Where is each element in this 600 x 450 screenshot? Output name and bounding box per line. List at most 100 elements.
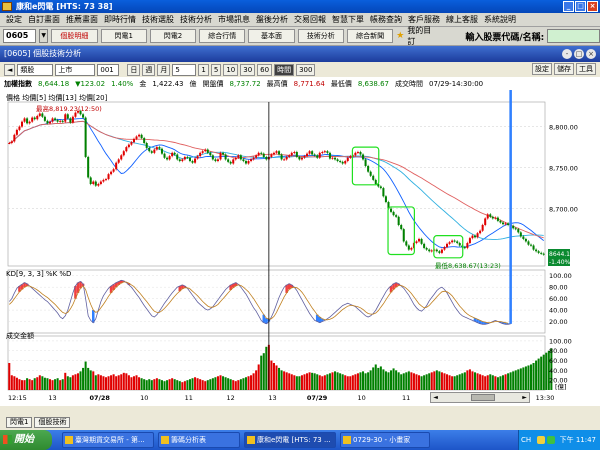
settings-button[interactable]: 設定 — [532, 63, 552, 75]
period-week-button[interactable]: 週 — [142, 63, 156, 76]
volume-bar — [392, 368, 395, 390]
period-month-button[interactable]: 月 — [157, 63, 171, 76]
code-search-input[interactable] — [547, 29, 600, 43]
candle — [239, 155, 242, 160]
news-button[interactable]: 綜合新聞 — [346, 29, 394, 43]
chart-area[interactable]: 8,800.00 8,750.00 8,700.00 100.00 80.00 60.00… — [0, 90, 600, 406]
volume-bar — [349, 376, 352, 390]
volume-bar — [214, 377, 217, 390]
task-paint[interactable]: 0729-30 - 小畫家 — [340, 432, 430, 448]
candle — [43, 116, 46, 121]
candle — [313, 154, 316, 156]
panel-close-icon[interactable]: × — [586, 49, 596, 59]
flash2-button[interactable]: 閃電2 — [149, 29, 197, 43]
menu-trade-report[interactable]: 交易回報 — [291, 14, 329, 25]
volume-bar — [519, 368, 522, 390]
volume-bar — [466, 370, 469, 390]
task-taifex[interactable]: 臺灣期貨交易所 - 第... — [62, 432, 154, 448]
volume-bar — [328, 373, 331, 390]
candle — [326, 151, 329, 153]
close-icon[interactable]: × — [587, 1, 598, 12]
maximize-icon[interactable]: □ — [575, 1, 586, 12]
candle — [400, 225, 403, 230]
technical-analysis-button[interactable]: 技術分析 — [297, 29, 344, 43]
index-name: 加權指數 — [4, 79, 32, 88]
chevron-down-icon[interactable]: ▼ — [39, 29, 49, 43]
lang-indicator[interactable]: CH — [521, 430, 531, 450]
stock-code-field[interactable]: 0605 — [3, 29, 37, 43]
candle — [420, 238, 423, 244]
chart-scrollbar[interactable]: ◄ ► — [430, 392, 530, 403]
volume-tick-label: 100.00 — [549, 337, 572, 345]
candle — [535, 249, 538, 252]
panel-min-icon[interactable]: - — [562, 49, 572, 59]
type-select[interactable]: 類股 — [17, 63, 54, 76]
menu-after-hours[interactable]: 盤後分析 — [253, 14, 291, 25]
menu-recommended[interactable]: 推薦畫面 — [63, 14, 101, 25]
volume-bar — [8, 363, 11, 390]
tools-button[interactable]: 工具 — [576, 63, 596, 75]
technical-chart[interactable]: 8,800.00 8,750.00 8,700.00 100.00 80.00 60.00… — [0, 90, 600, 406]
menu-account[interactable]: 帳務查詢 — [367, 14, 405, 25]
start-button[interactable]: 開始 — [0, 430, 52, 450]
scroll-thumb[interactable] — [471, 394, 495, 401]
menu-help[interactable]: 系統說明 — [481, 14, 519, 25]
candle — [262, 153, 265, 157]
candle — [496, 217, 499, 221]
period-day-button[interactable]: 日 — [127, 63, 141, 76]
candle — [407, 245, 410, 250]
prev-icon[interactable]: ◄ — [4, 63, 16, 76]
scroll-right-icon[interactable]: ► — [520, 393, 529, 402]
candle — [117, 159, 120, 163]
x-tick-label: 07/28 — [89, 394, 110, 402]
flash1-button[interactable]: 閃電1 — [100, 29, 147, 43]
tab-stock-tech[interactable]: 個股技術 — [34, 417, 71, 428]
security-icon[interactable] — [547, 436, 555, 444]
min30-button[interactable]: 30 — [240, 63, 256, 76]
min10-button[interactable]: 10 — [223, 63, 239, 76]
volume-bar — [308, 372, 311, 390]
menu-realtime[interactable]: 即時行情 — [101, 14, 139, 25]
candle — [507, 223, 510, 225]
menu-customer-service[interactable]: 客戶服務 — [405, 14, 443, 25]
task-hts[interactable]: 康和e閃電 [HTS: 73 ... — [244, 432, 336, 448]
tick-button[interactable]: 時間 — [274, 63, 295, 76]
candle — [196, 156, 199, 159]
network-icon[interactable] — [537, 436, 545, 444]
volume-bar — [298, 376, 301, 390]
panel-max-icon[interactable]: □ — [574, 49, 584, 59]
volume-bar — [372, 367, 375, 390]
candle — [356, 152, 359, 154]
menu-smart-order[interactable]: 智慧下單 — [329, 14, 367, 25]
scroll-left-icon[interactable]: ◄ — [431, 393, 440, 402]
tab-flash1[interactable]: 閃電1 — [6, 417, 33, 428]
count-select[interactable]: 5 — [172, 63, 197, 76]
menu-custom-screen[interactable]: 自訂畫面 — [25, 14, 63, 25]
minimize-icon[interactable]: _ — [563, 1, 574, 12]
fundamentals-button[interactable]: 基本面 — [248, 29, 295, 43]
candle — [64, 114, 67, 122]
menu-tech-analysis[interactable]: 技術分析 — [177, 14, 215, 25]
volume-bar — [364, 373, 367, 390]
stock-detail-button[interactable]: 個股明細 — [51, 29, 98, 43]
kd-tick-label: 40.00 — [549, 307, 568, 315]
save-button[interactable]: 儲存 — [554, 63, 574, 75]
min60-button[interactable]: 60 — [257, 63, 273, 76]
market-select[interactable]: 上市 — [55, 63, 96, 76]
menu-online-support[interactable]: 線上客服 — [443, 14, 481, 25]
min5-button[interactable]: 5 — [210, 63, 222, 76]
candle — [395, 215, 398, 217]
min1-button[interactable]: 1 — [198, 63, 209, 76]
candle — [471, 235, 474, 239]
menu-tech-select[interactable]: 技術選股 — [139, 14, 177, 25]
candle — [125, 147, 128, 152]
volume-bar — [489, 374, 492, 390]
tick-value[interactable]: 300 — [296, 63, 316, 76]
market-overview-button[interactable]: 綜合行情 — [199, 29, 246, 43]
volume-bar — [346, 376, 349, 390]
my-page-link[interactable]: 我的目訂 — [407, 25, 436, 47]
index-select[interactable]: 001 — [97, 63, 120, 76]
menu-market-news[interactable]: 市場訊息 — [215, 14, 253, 25]
menu-settings[interactable]: 設定 — [3, 14, 25, 25]
task-chip-analysis[interactable]: 籌碼分析表 — [158, 432, 240, 448]
